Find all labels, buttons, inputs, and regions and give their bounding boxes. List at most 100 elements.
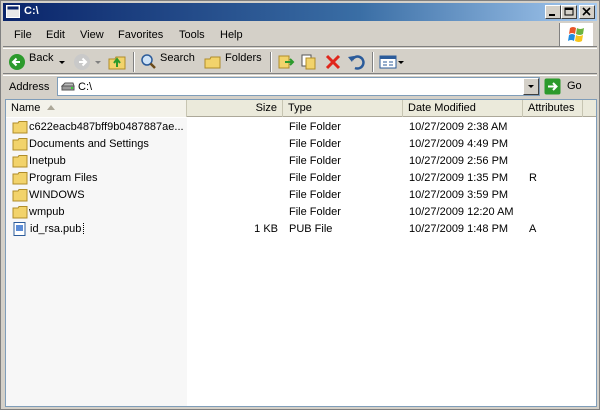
pub-file-icon [13, 222, 26, 236]
file-row[interactable]: wmpub File Folder 10/27/2009 12:20 AM [6, 204, 596, 221]
address-bar: Address C:\ Go [3, 75, 597, 97]
undo-icon[interactable] [347, 52, 365, 72]
file-row-selected[interactable]: id_rsa.pub 1 KB PUB File 10/27/2009 1:48… [6, 221, 596, 238]
move-to-icon[interactable] [277, 52, 295, 72]
go-arrow-icon [544, 78, 561, 95]
folder-icon [12, 138, 28, 151]
chevron-down-icon [528, 85, 534, 88]
menu-file[interactable]: File [14, 29, 32, 41]
folder-icon [12, 155, 28, 168]
file-attributes: R [529, 172, 537, 184]
go-button[interactable]: Go [544, 77, 594, 96]
file-list[interactable]: Name Size Type Date Modified Attributes … [5, 99, 597, 407]
window-title: C:\ [24, 5, 39, 17]
go-label: Go [567, 80, 582, 92]
title-bar[interactable]: C:\ [3, 3, 597, 21]
file-date-modified: 10/27/2009 1:35 PM [409, 172, 509, 184]
column-header-date-modified[interactable]: Date Modified [403, 100, 523, 117]
close-icon [582, 7, 591, 16]
file-name: wmpub [29, 206, 65, 218]
address-input[interactable]: C:\ [57, 77, 540, 96]
toolbar-separator [133, 52, 135, 72]
column-header-attributes[interactable]: Attributes [523, 100, 583, 117]
menu-edit[interactable]: Edit [46, 29, 65, 41]
windows-logo [559, 23, 593, 46]
column-header-name-label: Name [11, 102, 41, 114]
file-type: File Folder [289, 172, 341, 184]
selected-file-name: id_rsa.pub [29, 223, 85, 235]
maximize-icon [564, 7, 574, 16]
file-type: File Folder [289, 189, 341, 201]
file-name: id_rsa.pub [29, 223, 187, 235]
file-name: Documents and Settings [29, 138, 149, 150]
file-type: File Folder [289, 138, 341, 150]
folders-icon[interactable] [204, 52, 222, 72]
search-button-label[interactable]: Search [160, 52, 195, 64]
file-name: Program Files [29, 172, 98, 184]
folder-window-icon [6, 5, 20, 18]
folder-icon [12, 189, 28, 202]
forward-dropdown-icon[interactable] [94, 52, 102, 72]
file-date-modified: 10/27/2009 1:48 PM [409, 223, 509, 235]
file-date-modified: 10/27/2009 2:56 PM [409, 155, 509, 167]
file-type: File Folder [289, 121, 341, 133]
menu-favorites[interactable]: Favorites [118, 29, 163, 41]
folder-icon [12, 172, 28, 185]
file-date-modified: 10/27/2009 12:20 AM [409, 206, 514, 218]
close-button[interactable] [579, 5, 595, 19]
views-icon[interactable] [379, 52, 397, 72]
up-folder-icon[interactable] [107, 52, 127, 72]
file-date-modified: 10/27/2009 4:49 PM [409, 138, 509, 150]
maximize-button[interactable] [561, 5, 577, 19]
file-row[interactable]: WINDOWS File Folder 10/27/2009 3:59 PM [6, 187, 596, 204]
file-name: c622eacb487bff9b0487887ae... [29, 121, 184, 133]
column-header-type-label: Type [288, 102, 312, 114]
file-date-modified: 10/27/2009 3:59 PM [409, 189, 509, 201]
file-size: 1 KB [254, 223, 278, 235]
column-header-attributes-label: Attributes [528, 102, 575, 114]
file-type: File Folder [289, 155, 341, 167]
folder-icon [12, 121, 28, 134]
file-row[interactable]: c622eacb487bff9b0487887ae... File Folder… [6, 119, 596, 136]
folder-icon [12, 206, 28, 219]
minimize-button[interactable] [545, 5, 561, 19]
column-header-size[interactable]: Size [187, 100, 283, 117]
column-header-type[interactable]: Type [283, 100, 403, 117]
file-row[interactable]: Inetpub File Folder 10/27/2009 2:56 PM [6, 153, 596, 170]
sort-ascending-icon [47, 105, 55, 110]
file-type: File Folder [289, 206, 341, 218]
windows-flag-icon [568, 27, 584, 42]
file-row[interactable]: Documents and Settings File Folder 10/27… [6, 136, 596, 153]
column-header-size-label: Size [255, 102, 277, 114]
column-header-name[interactable]: Name [6, 100, 187, 117]
back-button-label[interactable]: Back [29, 52, 53, 64]
menu-bar: File Edit View Favorites Tools Help [3, 23, 597, 47]
drive-icon [61, 82, 75, 91]
file-date-modified: 10/27/2009 2:38 AM [409, 121, 508, 133]
explorer-window: C:\ File Edit View Favorites Tools Help [0, 0, 600, 410]
file-type: PUB File [289, 223, 333, 235]
column-header-row: Name Size Type Date Modified Attributes [6, 100, 596, 117]
file-attributes: A [529, 223, 537, 235]
delete-icon[interactable] [324, 52, 342, 72]
menu-help[interactable]: Help [220, 29, 243, 41]
copy-to-icon[interactable] [300, 52, 318, 72]
back-arrow-icon[interactable] [8, 52, 26, 72]
standard-toolbar: Back Search Folders [3, 48, 597, 74]
address-label: Address [9, 81, 50, 93]
file-row[interactable]: Program Files File Folder 10/27/2009 1:3… [6, 170, 596, 187]
search-icon[interactable] [140, 52, 158, 72]
menu-tools[interactable]: Tools [179, 29, 205, 41]
toolbar-separator [372, 52, 374, 72]
address-dropdown-button[interactable] [523, 78, 539, 95]
forward-arrow-icon[interactable] [73, 52, 91, 72]
toolbar-separator [270, 52, 272, 72]
column-header-date-label: Date Modified [408, 102, 476, 114]
folders-button-label[interactable]: Folders [225, 52, 262, 64]
menu-view[interactable]: View [80, 29, 104, 41]
back-dropdown-icon[interactable] [58, 52, 66, 72]
file-name: WINDOWS [29, 189, 85, 201]
minimize-icon [549, 14, 555, 16]
views-dropdown-icon[interactable] [397, 52, 405, 72]
file-name: Inetpub [29, 155, 66, 167]
